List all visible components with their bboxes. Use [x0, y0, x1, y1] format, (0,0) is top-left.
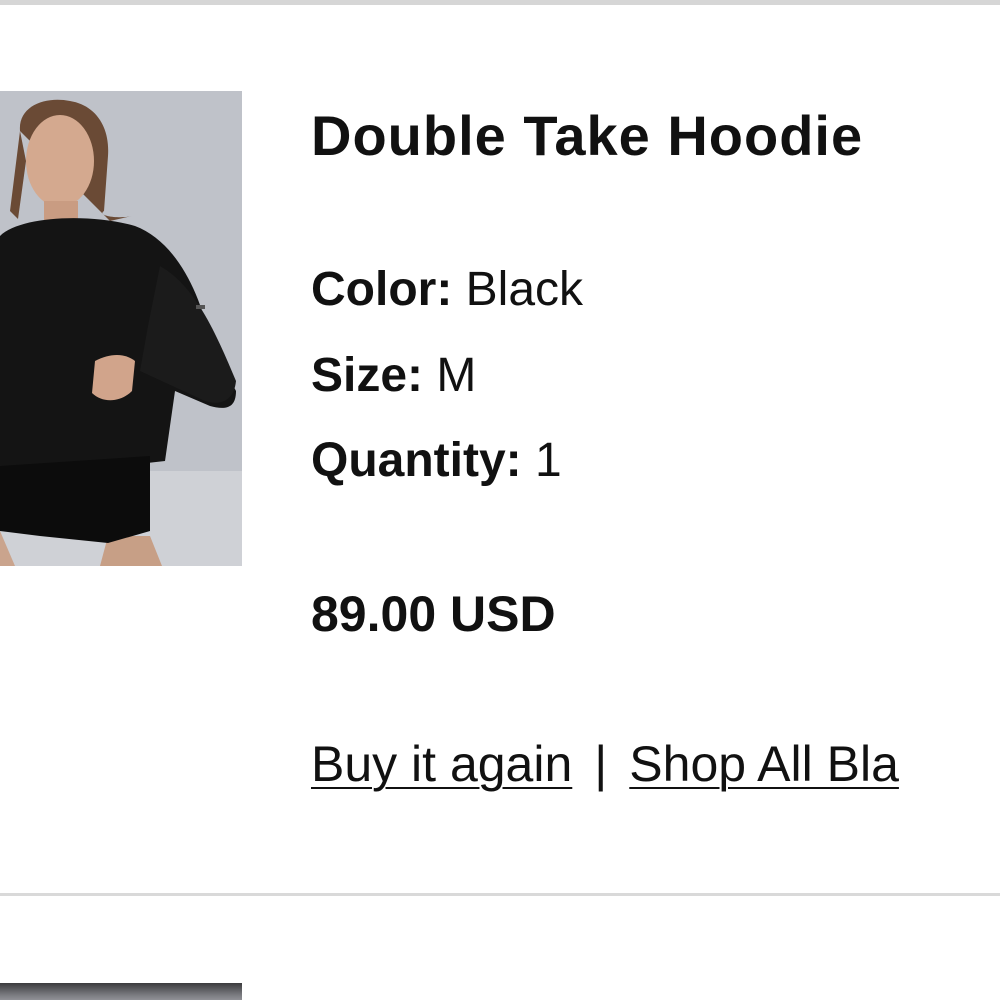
- quantity-value: 1: [535, 434, 562, 487]
- color-attribute: Color: Black: [311, 262, 583, 317]
- color-label: Color:: [311, 263, 453, 316]
- shop-all-link[interactable]: Shop All Bla: [629, 736, 899, 792]
- next-product-image[interactable]: [0, 983, 242, 1000]
- item-divider: [0, 893, 1000, 896]
- size-label: Size:: [311, 349, 424, 402]
- quantity-attribute: Quantity: 1: [311, 433, 562, 488]
- size-attribute: Size: M: [311, 348, 476, 403]
- price: 89.00 USD: [311, 586, 556, 642]
- actions-separator: |: [594, 736, 608, 792]
- top-divider: [0, 0, 1000, 5]
- buy-again-link[interactable]: Buy it again: [311, 736, 572, 792]
- quantity-label: Quantity:: [311, 434, 522, 487]
- product-title[interactable]: Double Take Hoodie: [311, 103, 863, 168]
- size-value: M: [436, 349, 477, 402]
- item-actions: Buy it again | Shop All Bla: [311, 735, 899, 793]
- product-image[interactable]: [0, 91, 242, 566]
- color-value: Black: [465, 263, 584, 316]
- order-history-page: Double Take Hoodie Color: Black Size: M …: [0, 0, 1000, 1000]
